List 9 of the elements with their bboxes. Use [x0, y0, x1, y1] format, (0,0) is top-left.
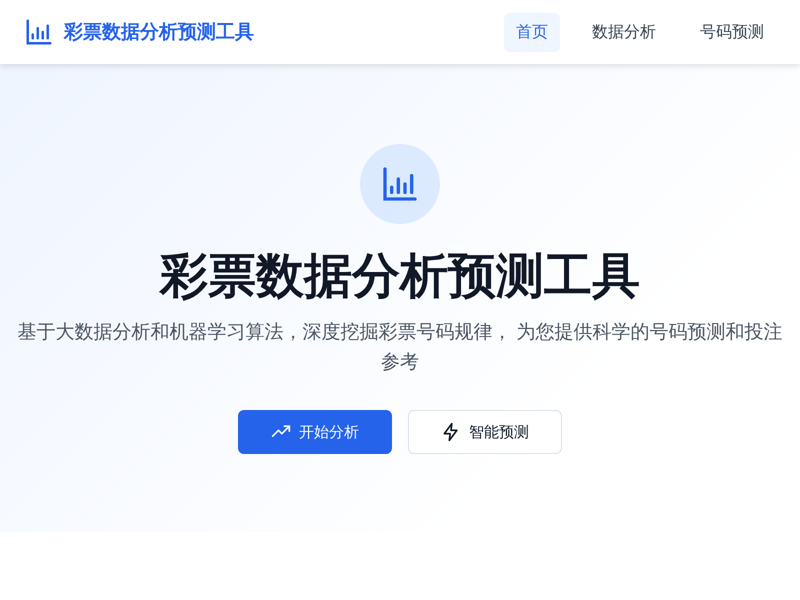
predict-button[interactable]: 智能预测: [408, 410, 562, 454]
hero-title: 彩票数据分析预测工具: [160, 249, 640, 305]
app-title: 彩票数据分析预测工具: [64, 21, 254, 45]
nav-tab[interactable]: 首页: [504, 12, 560, 52]
start-analysis-button[interactable]: 开始分析: [238, 410, 392, 454]
bar-chart-icon: [24, 17, 54, 47]
nav-tab[interactable]: 数据分析: [580, 12, 668, 52]
hero-subtitle: 基于大数据分析和机器学习算法，深度挖掘彩票号码规律， 为您提供科学的号码预测和投注参考: [16, 321, 784, 375]
nav-tab[interactable]: 号码预测: [688, 12, 776, 52]
